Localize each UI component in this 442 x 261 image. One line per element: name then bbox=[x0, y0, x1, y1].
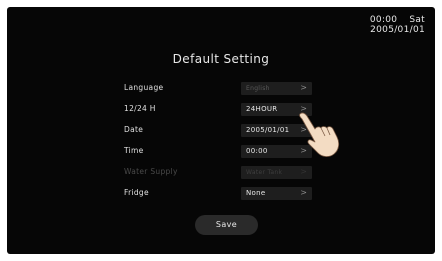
date-value: 2005/01/01 bbox=[246, 126, 290, 134]
clock-time: 00:00 bbox=[369, 15, 398, 25]
device-screen: 00:00 Sat 2005/01/01 Default Setting Lang… bbox=[7, 7, 435, 254]
hour-format-value: 24HOUR bbox=[246, 105, 278, 113]
water-supply-value: Water Tank bbox=[246, 169, 283, 176]
language-select[interactable]: English > bbox=[241, 82, 312, 95]
water-supply-select: Water Tank > bbox=[241, 166, 312, 179]
setting-row-language: Language English > bbox=[124, 82, 312, 96]
chevron-right-icon: > bbox=[300, 188, 307, 197]
chevron-right-icon: > bbox=[300, 83, 307, 92]
setting-label-time: Time bbox=[124, 146, 144, 155]
setting-row-time: Time 00:00 > bbox=[124, 145, 312, 159]
chevron-right-icon: > bbox=[300, 167, 307, 176]
fridge-value: None bbox=[246, 189, 266, 197]
page-title: Default Setting bbox=[172, 52, 270, 66]
clock-day: Sat bbox=[409, 15, 425, 25]
setting-label-water-supply: Water Supply bbox=[124, 167, 178, 176]
clock-date: 2005/01/01 bbox=[370, 25, 425, 35]
fridge-select[interactable]: None > bbox=[241, 187, 312, 200]
language-value: English bbox=[246, 85, 270, 92]
time-value: 00:00 bbox=[246, 147, 268, 155]
setting-label-language: Language bbox=[124, 83, 164, 92]
setting-row-water-supply: Water Supply Water Tank > bbox=[124, 166, 312, 180]
setting-row-hour-format: 12/24 H 24HOUR > bbox=[124, 103, 312, 117]
setting-label-date: Date bbox=[124, 125, 144, 134]
setting-row-fridge: Fridge None > bbox=[124, 187, 312, 201]
save-button[interactable]: Save bbox=[195, 215, 258, 235]
clock-time-line: 00:00 Sat bbox=[370, 15, 425, 25]
hand-pointer-icon bbox=[299, 112, 340, 157]
setting-label-hour-format: 12/24 H bbox=[124, 104, 156, 113]
status-clock: 00:00 Sat 2005/01/01 bbox=[370, 15, 425, 35]
setting-label-fridge: Fridge bbox=[124, 188, 149, 197]
setting-row-date: Date 2005/01/01 > bbox=[124, 124, 312, 138]
